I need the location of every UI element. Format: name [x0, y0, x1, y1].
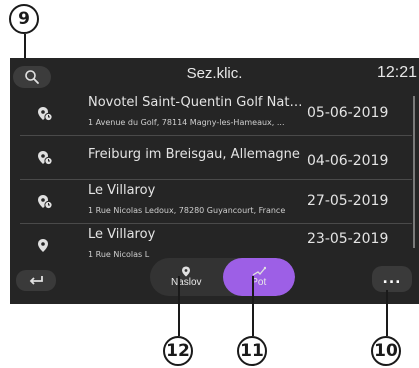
list-item[interactable]: Novotel Saint-Quentin Golf Natio... 1 Av…	[20, 92, 412, 136]
callout-10: 10	[371, 336, 401, 366]
address-tab[interactable]: Naslov	[150, 258, 223, 296]
place-name: Le Villaroy	[88, 227, 156, 242]
pin-clock-icon	[38, 107, 53, 122]
scrollbar[interactable]	[413, 96, 415, 248]
callout-11: 11	[237, 336, 267, 366]
callout-9: 9	[9, 4, 39, 34]
more-options-button[interactable]: ...	[372, 266, 412, 292]
pin-clock-icon	[38, 195, 53, 210]
back-arrow-icon	[29, 275, 43, 285]
top-bar: Sez.klic. 12:21	[10, 58, 419, 92]
route-icon	[252, 266, 266, 276]
clock: 12:21	[376, 64, 417, 81]
pin-clock-icon	[38, 151, 53, 166]
list-item[interactable]: Freiburg im Breisgau, Allemagne 04-06-20…	[20, 136, 412, 180]
place-name: Le Villaroy	[88, 183, 156, 198]
bottom-bar: Naslov Pot ...	[10, 244, 419, 304]
page-title: Sez.klic.	[186, 65, 243, 82]
place-date: 04-06-2019	[307, 153, 389, 169]
place-address: 1 Rue Nicolas Ledoux, 78280 Guyancourt, …	[88, 206, 286, 215]
location-pin-icon	[182, 266, 191, 277]
place-name: Freiburg im Breisgau, Allemagne	[88, 147, 300, 162]
mode-selector: Naslov Pot	[150, 258, 295, 296]
list-item[interactable]: Le Villaroy 1 Rue Nicolas Ledoux, 78280 …	[20, 180, 412, 224]
callout-11-line	[252, 276, 254, 336]
place-address: 1 Avenue du Golf, 78114 Magny-les-Hameau…	[88, 118, 285, 127]
place-date: 27-05-2019	[307, 193, 389, 209]
navigation-screen: Sez.klic. 12:21 Novotel Saint-Quentin Go…	[10, 58, 419, 304]
place-date: 05-06-2019	[307, 105, 389, 121]
callout-12-line	[178, 276, 180, 336]
callout-12: 12	[163, 336, 193, 366]
address-tab-label: Naslov	[170, 277, 202, 288]
route-tab[interactable]: Pot	[222, 258, 295, 296]
history-list: Novotel Saint-Quentin Golf Natio... 1 Av…	[10, 92, 412, 268]
callout-10-line	[386, 290, 388, 336]
back-button[interactable]	[16, 270, 56, 291]
place-name: Novotel Saint-Quentin Golf Natio...	[88, 95, 303, 110]
